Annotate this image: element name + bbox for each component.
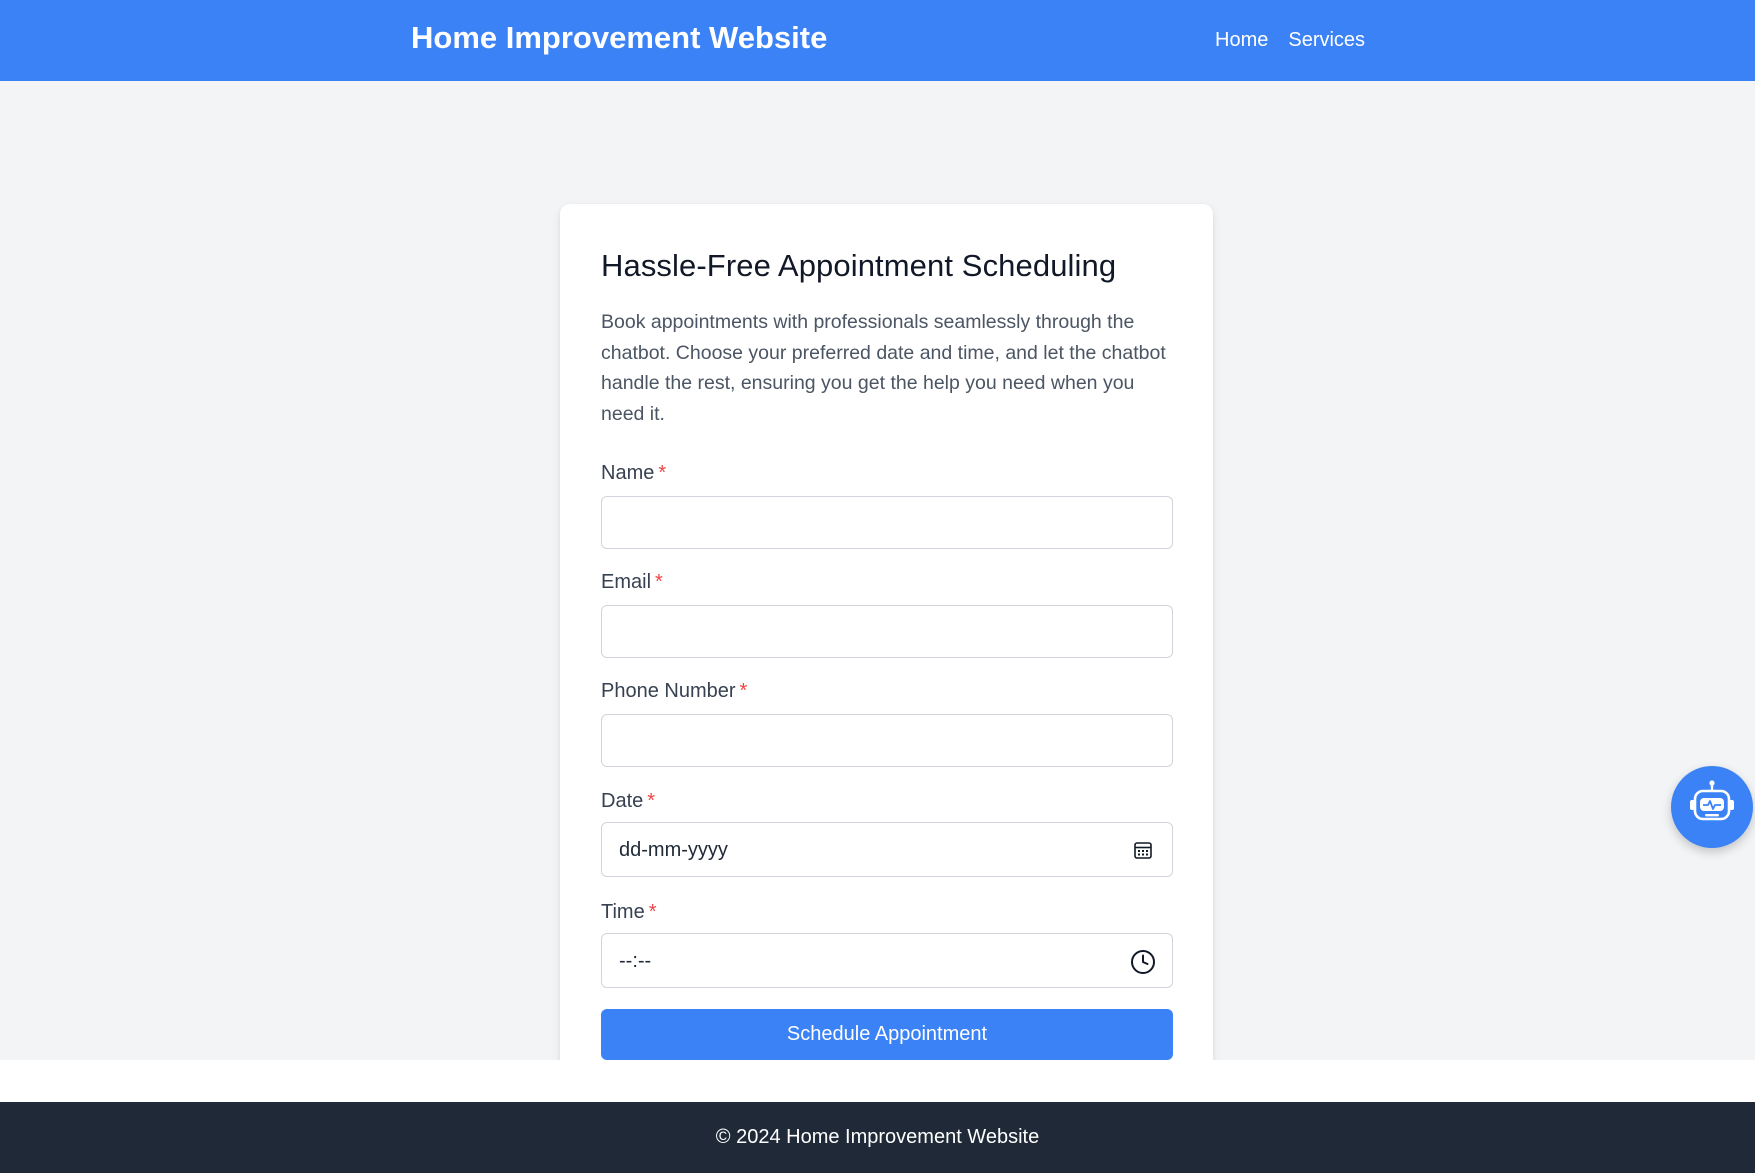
date-label-text: Date (601, 790, 644, 812)
required-mark: * (648, 901, 657, 923)
card-title: Hassle-Free Appointment Scheduling (601, 248, 1117, 283)
nav-services-link[interactable]: Services (1288, 29, 1365, 52)
required-mark: * (647, 790, 656, 812)
required-mark: * (739, 680, 748, 702)
time-label-text: Time (601, 901, 645, 923)
date-input-value: dd-mm-yyyy (619, 839, 728, 861)
content-spacer (0, 1060, 1755, 1102)
clock-icon[interactable] (1130, 949, 1155, 974)
name-label-text: Name (601, 462, 655, 484)
time-label: Time * (601, 901, 657, 924)
calendar-icon[interactable] (1132, 839, 1156, 863)
email-label: Email * (601, 571, 663, 594)
schedule-appointment-button[interactable]: Schedule Appointment (601, 1009, 1173, 1060)
email-label-text: Email (601, 571, 652, 593)
date-label: Date * (601, 790, 655, 813)
phone-input[interactable] (601, 714, 1173, 767)
robot-icon (1685, 778, 1739, 837)
time-input-value: --:-- (619, 950, 652, 972)
chatbot-launcher-button[interactable] (1671, 766, 1753, 848)
main-content: Hassle-Free Appointment Scheduling Book … (0, 81, 1755, 1100)
footer-copyright: © 2024 Home Improvement Website (715, 1126, 1040, 1148)
site-title[interactable]: Home Improvement Website (411, 20, 827, 56)
required-mark: * (655, 571, 663, 593)
name-input[interactable] (601, 496, 1173, 549)
card-description: Book appointments with professionals sea… (601, 311, 1166, 425)
site-footer: © 2024 Home Improvement Website (0, 1102, 1755, 1173)
site-header: Home Improvement Website Home Services (0, 0, 1755, 81)
main-nav: Home Services (1215, 29, 1365, 52)
appointment-card: Hassle-Free Appointment Scheduling Book … (560, 204, 1213, 1100)
email-input[interactable] (601, 605, 1173, 658)
time-input[interactable]: --:-- (601, 933, 1173, 988)
date-input[interactable]: dd-mm-yyyy (601, 822, 1173, 877)
name-label: Name * (601, 462, 666, 485)
required-mark: * (658, 462, 667, 484)
nav-home-link[interactable]: Home (1215, 29, 1268, 52)
phone-label-text: Phone Number (601, 680, 736, 702)
phone-label: Phone Number * (601, 680, 747, 703)
